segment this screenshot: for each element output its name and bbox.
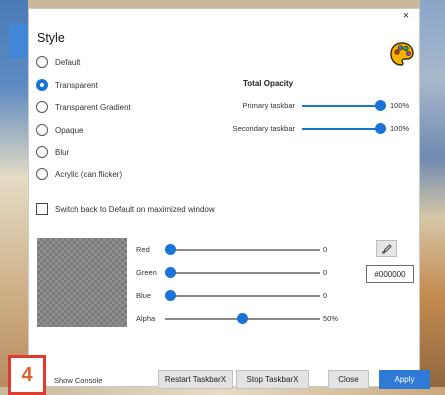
radio-option-opaque[interactable]: Opaque xyxy=(36,123,83,137)
radio-label: Transparent Gradient xyxy=(55,102,131,112)
radio-option-transparent[interactable]: Transparent xyxy=(36,78,98,92)
primary-opacity-value: 100% xyxy=(390,101,410,110)
radio-option-default[interactable]: Default xyxy=(36,55,80,69)
radio-label: Acrylic (can flicker) xyxy=(55,169,123,179)
taskbarx-settings-window: × Style Default Transparent Transparent … xyxy=(28,8,430,389)
radio-label: Opaque xyxy=(55,125,84,135)
secondary-taskbar-label: Secondary taskbar xyxy=(232,124,295,133)
step-number: 4 xyxy=(21,363,33,386)
section-title: Style xyxy=(37,31,65,45)
secondary-opacity-thumb[interactable] xyxy=(374,123,386,134)
radio-label: Default xyxy=(55,57,81,67)
palette-icon xyxy=(390,42,414,66)
alpha-value: 50% xyxy=(323,314,339,323)
radio-button-selected[interactable] xyxy=(36,79,48,91)
blue-thumb[interactable] xyxy=(164,290,176,301)
close-icon[interactable]: × xyxy=(399,10,413,22)
radio-button[interactable] xyxy=(36,146,48,158)
close-button[interactable]: Close xyxy=(328,370,369,389)
radio-option-blur[interactable]: Blur xyxy=(36,145,69,159)
restart-taskbarx-button[interactable]: Restart TaskbarX xyxy=(158,370,233,389)
red-label: Red xyxy=(136,245,150,254)
red-value: 0 xyxy=(323,245,328,254)
stop-taskbarx-button[interactable]: Stop TaskbarX xyxy=(236,370,309,389)
secondary-opacity-fill xyxy=(302,128,380,130)
green-label: Green xyxy=(136,268,157,277)
blue-label: Blue xyxy=(136,291,152,300)
alpha-thumb[interactable] xyxy=(237,313,248,324)
primary-opacity-thumb[interactable] xyxy=(374,100,386,111)
color-preview xyxy=(37,238,127,327)
radio-button[interactable] xyxy=(36,101,48,113)
radio-label: Blur xyxy=(55,147,70,157)
step-number-badge: 4 xyxy=(8,355,46,395)
switch-default-label: Switch back to Default on maximized wind… xyxy=(55,204,215,214)
radio-label: Transparent xyxy=(55,80,98,90)
radio-option-acrylic[interactable]: Acrylic (can flicker) xyxy=(36,167,122,181)
radio-button[interactable] xyxy=(36,56,48,68)
primary-taskbar-label: Primary taskbar xyxy=(242,101,295,110)
desktop-background-right xyxy=(420,0,445,395)
green-track[interactable] xyxy=(170,272,320,274)
eyedropper-icon xyxy=(381,243,392,254)
secondary-opacity-value: 100% xyxy=(390,124,410,133)
red-track[interactable] xyxy=(170,249,320,251)
desktop-background-left xyxy=(0,0,28,395)
blue-track[interactable] xyxy=(170,295,320,297)
red-thumb[interactable] xyxy=(164,244,176,255)
radio-button[interactable] xyxy=(36,124,48,136)
switch-default-option[interactable]: Switch back to Default on maximized wind… xyxy=(36,202,215,216)
green-value: 0 xyxy=(323,268,328,277)
green-thumb[interactable] xyxy=(164,267,176,278)
switch-default-checkbox[interactable] xyxy=(36,203,48,215)
opacity-heading: Total Opacity xyxy=(243,79,294,88)
radio-option-transparent-gradient[interactable]: Transparent Gradient xyxy=(36,100,131,114)
show-console-link[interactable]: Show Console xyxy=(54,376,102,385)
blue-value: 0 xyxy=(323,291,328,300)
radio-button[interactable] xyxy=(36,168,48,180)
color-picker-button[interactable] xyxy=(376,240,397,257)
apply-button[interactable]: Apply xyxy=(379,370,430,389)
background-window-edge xyxy=(9,24,28,58)
alpha-label: Alpha xyxy=(136,314,156,323)
primary-opacity-fill xyxy=(302,105,380,107)
hex-color-input[interactable] xyxy=(366,265,414,283)
